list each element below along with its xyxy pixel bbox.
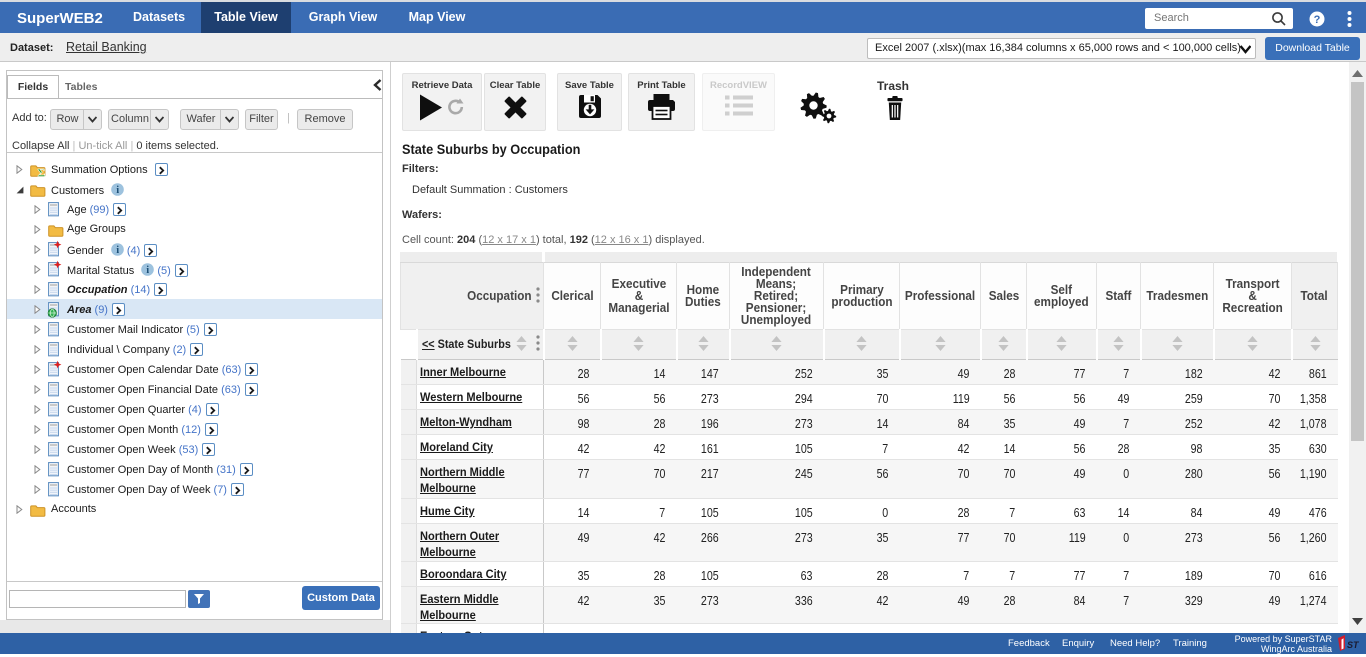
svg-text:i: i — [147, 265, 150, 276]
svg-text:Σ: Σ — [38, 166, 46, 178]
svg-text:ST: ST — [1347, 640, 1360, 650]
svg-text:i: i — [116, 185, 119, 196]
svg-text:?: ? — [1314, 14, 1321, 26]
svg-text:i: i — [116, 245, 119, 256]
